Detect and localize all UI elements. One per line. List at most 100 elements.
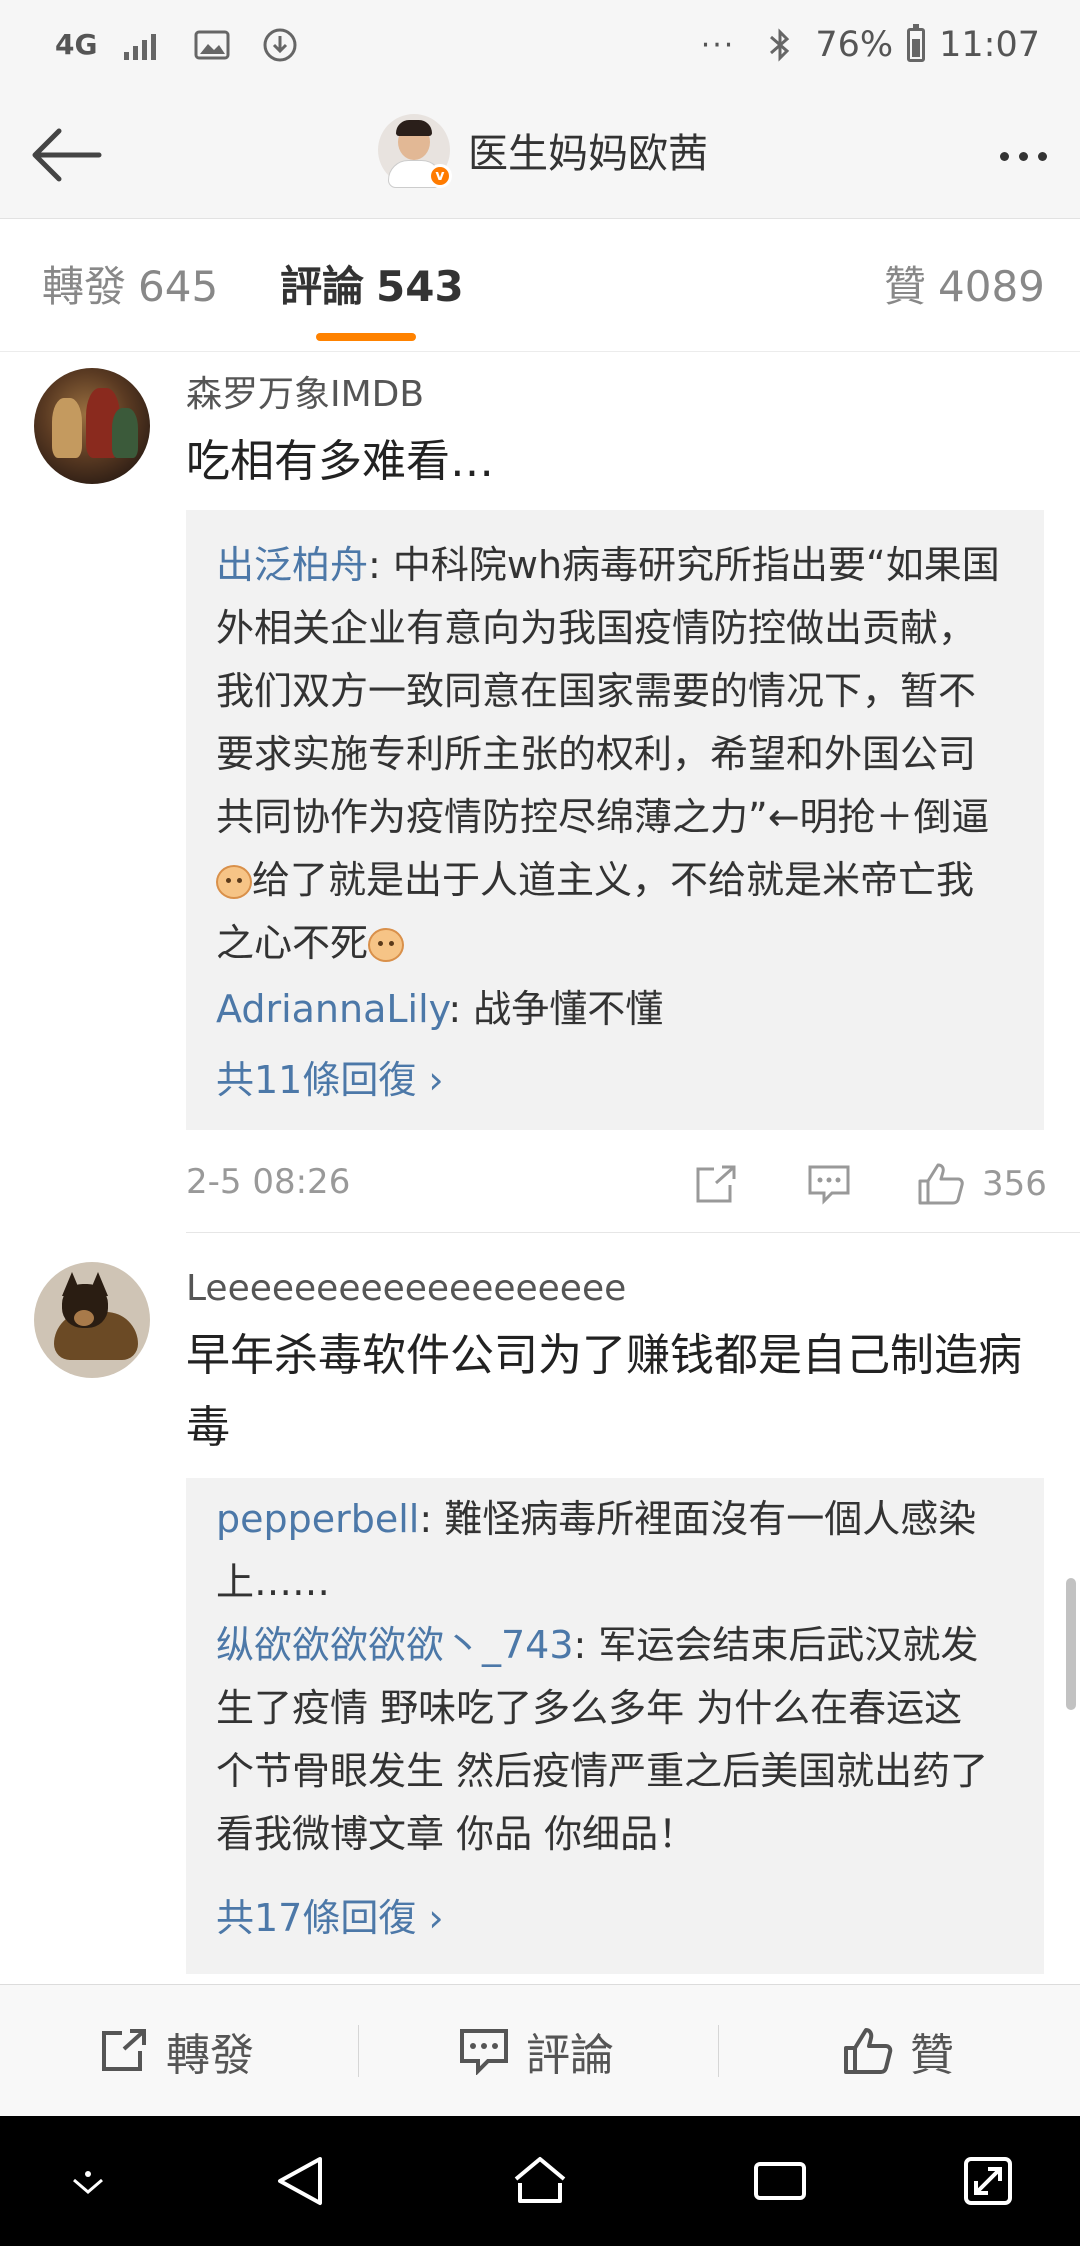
commenter-name[interactable]: 森罗万象IMDB: [186, 372, 424, 418]
more-icon: [999, 151, 1009, 161]
reply-preview-box[interactable]: pepperbell: 難怪病毒所裡面沒有一個人感染 上…… 纵欲欲欲欲欲丶_7…: [186, 1478, 1044, 1974]
more-replies-link[interactable]: 共11條回復 ›: [216, 1052, 444, 1108]
nav-hide-button[interactable]: [48, 2141, 128, 2221]
tab-comments[interactable]: 評論 543: [280, 259, 464, 315]
nav-resize-button[interactable]: [948, 2141, 1028, 2221]
verified-badge-icon: v: [428, 164, 452, 188]
reply-text-line: 上……: [216, 1560, 331, 1604]
comment-text-line: 早年杀毒软件公司为了赚钱都是自己制造病: [186, 1330, 1022, 1381]
like-count: 356: [982, 1164, 1047, 1204]
tab-comments-count: 543: [376, 262, 464, 311]
reply-text-line: : 军运会结束后武汉就发: [573, 1623, 979, 1667]
thumbs-up-icon: [918, 1163, 964, 1205]
more-replies-link[interactable]: 共17條回復 ›: [216, 1890, 444, 1946]
expand-icon: [964, 2157, 1012, 2205]
emoji-icon: [216, 865, 252, 899]
reply-text-line: 共同协作为疫情防控尽绵薄之力”←明抢＋倒逼: [216, 795, 990, 839]
tab-repost[interactable]: 轉發 645: [42, 259, 218, 315]
download-icon: [259, 24, 301, 66]
nav-recents-button[interactable]: [740, 2141, 820, 2221]
reply-item: 出泛柏舟: 中科院wh病毒研究所指出要“如果国 外相关企业有意向为我国疫情防控做…: [216, 534, 1016, 975]
home-icon: [514, 2157, 566, 2203]
bluetooth-icon: [759, 24, 801, 66]
reply-item: pepperbell: 難怪病毒所裡面沒有一個人感染 上……: [216, 1488, 1016, 1614]
thumbs-up-icon: [844, 2028, 893, 2074]
tab-likes-label: 贊: [884, 262, 927, 311]
status-overflow: ···: [700, 27, 736, 63]
repost-button[interactable]: 轉發: [98, 1985, 254, 2117]
chevron-down-icon: [73, 2171, 103, 2194]
share-button[interactable]: [692, 1160, 738, 1208]
tab-likes-count: 4089: [938, 262, 1045, 311]
bottom-action-bar: 轉發 評論 贊: [0, 1984, 1080, 2117]
gallery-icon: [191, 24, 233, 66]
triangle-back-icon: [278, 2157, 322, 2205]
commenter-avatar[interactable]: [34, 368, 150, 484]
reply-text-line: 看我微博文章 你品 你细品！: [216, 1812, 697, 1856]
comment-meta: 2-5 08:26 356: [186, 1154, 1047, 1214]
status-right: ··· 76% 11:07: [701, 20, 1040, 70]
reply-item: 纵欲欲欲欲欲丶_743: 军运会结束后武汉就发 生了疫情 野味吃了多么多年 为什…: [216, 1614, 1016, 1866]
status-left: 4G: [55, 20, 301, 70]
reply-preview-box[interactable]: 出泛柏舟: 中科院wh病毒研究所指出要“如果国 外相关企业有意向为我国疫情防控做…: [186, 510, 1044, 1130]
comment-text: 吃相有多难看…: [186, 436, 494, 487]
reply-text: : 战争懂不懂: [448, 987, 664, 1031]
emoji-icon: [368, 928, 405, 962]
network-type-label: 4G: [55, 28, 98, 61]
comment-icon: [460, 2029, 508, 2075]
comment-text-line: 毒: [186, 1402, 230, 1453]
tab-repost-count: 645: [138, 262, 219, 311]
battery-percent: 76%: [815, 25, 894, 65]
reply-text-line: 我们双方一致同意在国家需要的情况下，暂不: [216, 669, 977, 713]
title-bar: v 医生妈妈欧茜: [0, 92, 1080, 218]
tab-bar: 轉發 645 評論 543 贊 4089: [0, 218, 1080, 352]
clock: 11:07: [939, 25, 1040, 65]
comment-label: 評論: [526, 2030, 614, 2081]
comment-button[interactable]: 評論: [458, 1985, 614, 2117]
reply-text-line: 要求实施专利所主张的权利，希望和外国公司: [216, 732, 977, 776]
like-button-bottom[interactable]: 贊: [842, 1985, 954, 2117]
active-tab-indicator: [316, 333, 416, 341]
comment-icon: [808, 1165, 850, 1205]
page-title[interactable]: 医生妈妈欧茜: [468, 124, 708, 184]
recents-icon: [754, 2162, 806, 2200]
status-bar: 4G ··· 76% 11:07: [0, 0, 1080, 92]
reply-text-line: 外相关企业有意向为我国疫情防控做出贡献，: [216, 606, 977, 650]
back-arrow-icon: [32, 128, 102, 182]
action-separator: [358, 2025, 359, 2077]
reply-author[interactable]: pepperbell: [216, 1497, 419, 1541]
repost-icon: [102, 2029, 146, 2071]
back-button[interactable]: [26, 120, 106, 190]
comment-text: 早年杀毒软件公司为了赚钱都是自己制造病 毒: [186, 1320, 1046, 1464]
reply-text-line: 生了疫情 野味吃了多么多年 为什么在春运这: [216, 1686, 963, 1730]
reply-item: AdriannaLily: 战争懂不懂: [216, 978, 1016, 1041]
commenter-avatar[interactable]: [34, 1262, 150, 1378]
tab-comments-label: 評論: [280, 262, 365, 311]
reply-author[interactable]: AdriannaLily: [216, 987, 448, 1031]
repost-label: 轉發: [166, 2030, 254, 2081]
system-nav-bar: [0, 2116, 1080, 2246]
tab-repost-label: 轉發: [42, 262, 127, 311]
comment-time: 2-5 08:26: [186, 1162, 351, 1202]
author-avatar[interactable]: v: [378, 114, 452, 188]
reply-text-line: 之心不死: [216, 921, 369, 965]
reply-button[interactable]: [806, 1160, 852, 1208]
nav-back-button[interactable]: [260, 2141, 340, 2221]
reply-text-line: : 難怪病毒所裡面沒有一個人感染: [419, 1497, 977, 1541]
signal-icon: [123, 24, 165, 66]
reply-text-line: 个节骨眼发生 然后疫情严重之后美国就出药了: [216, 1749, 989, 1793]
more-options-button[interactable]: [988, 126, 1058, 186]
commenter-name[interactable]: Leeeeeeeeeeeeeeeeeee: [186, 1266, 626, 1312]
nav-home-button[interactable]: [500, 2141, 580, 2221]
reply-text-line: : 中科院wh病毒研究所指出要“如果国: [368, 543, 1000, 587]
share-icon: [696, 1165, 736, 1203]
like-button[interactable]: 356: [916, 1160, 1047, 1208]
scrollbar-thumb[interactable]: [1066, 1578, 1076, 1710]
action-separator: [718, 2025, 719, 2077]
comment-divider: [186, 1232, 1080, 1233]
reply-author[interactable]: 纵欲欲欲欲欲丶_743: [216, 1623, 574, 1667]
reply-text-line: 给了就是出于人道主义，不给就是米帝亡我: [252, 858, 975, 902]
like-label: 贊: [910, 2030, 954, 2081]
tab-likes[interactable]: 贊 4089: [884, 259, 1045, 315]
reply-author[interactable]: 出泛柏舟: [216, 543, 368, 587]
